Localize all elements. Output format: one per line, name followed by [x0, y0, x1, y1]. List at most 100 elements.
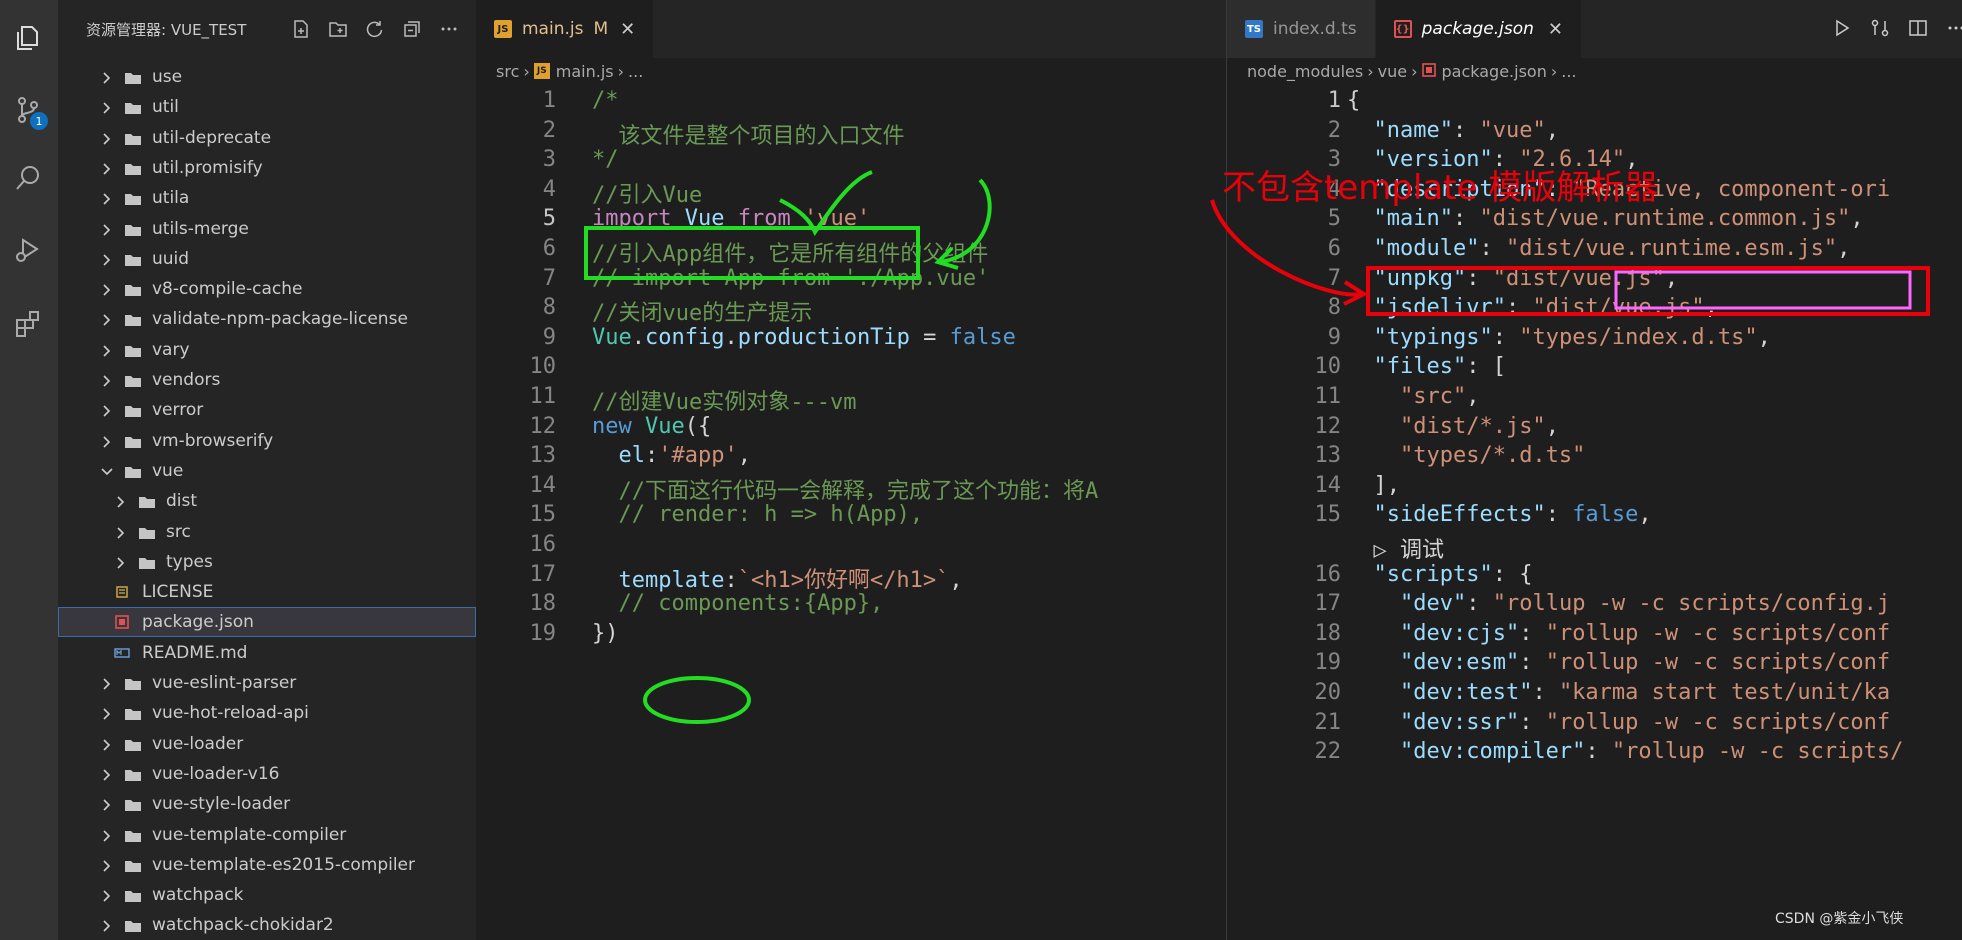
- tree-folder[interactable]: watchpack-chokidar2: [58, 910, 476, 940]
- tree-folder[interactable]: verror: [58, 395, 476, 425]
- tree-folder[interactable]: utils-merge: [58, 214, 476, 244]
- tree-folder[interactable]: vue-hot-reload-api: [58, 698, 476, 728]
- tab-package-json[interactable]: {} package.json ✕: [1375, 0, 1582, 58]
- refresh-icon[interactable]: [364, 18, 386, 40]
- chevron-right-icon: [100, 312, 114, 326]
- tree-folder[interactable]: validate-npm-package-license: [58, 304, 476, 334]
- tree-file[interactable]: README.md: [58, 638, 476, 668]
- tree-item-label: vue-hot-reload-api: [152, 703, 309, 724]
- tree-folder[interactable]: use: [58, 62, 476, 92]
- tree-file[interactable]: package.json: [58, 607, 476, 638]
- tree-item-label: uuid: [152, 248, 190, 269]
- code-line: "src",: [1347, 384, 1479, 409]
- collapse-all-icon[interactable]: [401, 18, 423, 40]
- folder-icon: [124, 222, 142, 236]
- line-number: 11: [1314, 384, 1342, 409]
- code-token: "dist/vue.runtime.common.js": [1479, 206, 1851, 232]
- tree-folder[interactable]: watchpack: [58, 880, 476, 910]
- tree-folder[interactable]: util-deprecate: [58, 123, 476, 153]
- close-tab-icon[interactable]: ✕: [620, 19, 635, 40]
- code-line: /*: [592, 88, 619, 113]
- code-token: 'vue': [803, 206, 871, 232]
- code-line: import Vue from 'vue': [592, 206, 870, 231]
- tree-folder[interactable]: vue-template-compiler: [58, 820, 476, 850]
- tree-item-label: util: [152, 97, 179, 118]
- line-number: 8: [1327, 295, 1341, 321]
- line-number: 15: [529, 502, 557, 528]
- run-debug-icon[interactable]: [10, 232, 46, 268]
- code-token: "karma start test/unit/ka: [1558, 680, 1891, 705]
- folder-icon: [124, 676, 142, 690]
- breadcrumb-item[interactable]: vue: [1378, 62, 1407, 81]
- code-token: "dist/vue.runtime.esm.js": [1505, 236, 1838, 261]
- breadcrumb-item[interactable]: ...: [628, 62, 643, 81]
- folder-icon: [124, 161, 142, 175]
- tree-folder[interactable]: vary: [58, 335, 476, 365]
- breadcrumb-item[interactable]: package.json: [1442, 62, 1547, 81]
- code-token: :: [1466, 265, 1493, 291]
- split-editor-icon[interactable]: [1908, 18, 1928, 42]
- new-file-icon[interactable]: [290, 18, 312, 40]
- code-token: :: [1545, 502, 1573, 528]
- tree-item-label: validate-npm-package-license: [152, 309, 408, 330]
- tab-main-js[interactable]: JS main.js M ✕: [476, 0, 655, 58]
- extensions-icon[interactable]: [10, 306, 46, 342]
- code-token: :: [1452, 206, 1480, 232]
- code-token: "dev:compiler": [1399, 739, 1586, 765]
- code-token: ,: [1545, 117, 1559, 143]
- tree-folder[interactable]: util.promisify: [58, 153, 476, 183]
- line-number: 9: [1327, 324, 1341, 350]
- tree-folder[interactable]: types: [58, 547, 476, 577]
- compare-icon[interactable]: [1870, 18, 1890, 42]
- code-line: "dev": "rollup -w -c scripts/config.j: [1347, 591, 1890, 616]
- tree-folder[interactable]: vue: [58, 456, 476, 486]
- tab-index-d-ts[interactable]: TS index.d.ts: [1227, 0, 1376, 58]
- more-actions-icon[interactable]: [438, 18, 460, 40]
- search-icon[interactable]: [10, 160, 46, 196]
- tree-folder[interactable]: dist: [58, 486, 476, 516]
- folder-icon: [124, 252, 142, 266]
- tree-item-label: LICENSE: [142, 582, 214, 603]
- tree-item-label: v8-compile-cache: [152, 279, 303, 300]
- tree-folder[interactable]: vue-template-es2015-compiler: [58, 850, 476, 880]
- tree-folder[interactable]: uuid: [58, 244, 476, 274]
- explorer-icon[interactable]: [10, 20, 46, 56]
- code-token: ,: [737, 443, 751, 469]
- tree-folder[interactable]: src: [58, 517, 476, 547]
- package-json-code[interactable]: 1{2 "name": "vue", 3 "version": "2.6.14",…: [1227, 86, 1962, 940]
- breadcrumb-item[interactable]: ...: [1561, 62, 1576, 81]
- code-token: new: [592, 413, 632, 439]
- editor-actions: [1832, 18, 1962, 42]
- code-line: "name": "vue",: [1347, 118, 1559, 143]
- code-token: */: [592, 147, 619, 173]
- tree-folder[interactable]: vue-eslint-parser: [58, 668, 476, 698]
- code-line: //下面这行代码一会解释，完成了这个功能：将A: [592, 473, 1098, 505]
- more-icon[interactable]: [1946, 18, 1962, 42]
- breadcrumb-item[interactable]: main.js: [556, 62, 614, 81]
- tree-folder[interactable]: vue-loader-v16: [58, 759, 476, 789]
- tree-item-label: verror: [152, 400, 204, 421]
- code-token: :: [1492, 324, 1520, 350]
- main-js-code[interactable]: 1 /* 2 该文件是整个项目的入口文件 3 */ 4 //引入Vue 5 import Vue…: [476, 86, 1226, 940]
- tree-folder[interactable]: utila: [58, 183, 476, 213]
- tree-folder[interactable]: v8-compile-cache: [58, 274, 476, 304]
- line-number: 11: [529, 384, 557, 409]
- close-tab-icon[interactable]: ✕: [1548, 19, 1563, 40]
- tree-folder[interactable]: vue-style-loader: [58, 789, 476, 819]
- tree-folder[interactable]: vue-loader: [58, 729, 476, 759]
- run-icon[interactable]: [1832, 18, 1852, 42]
- code-token: //引入Vue: [592, 182, 703, 208]
- line-number: 12: [529, 413, 557, 439]
- tree-folder[interactable]: vendors: [58, 365, 476, 395]
- code-token: "typings": [1373, 324, 1493, 350]
- breadcrumb-item[interactable]: node_modules: [1247, 62, 1363, 81]
- tree-file[interactable]: LICENSE: [58, 577, 476, 607]
- tree-folder[interactable]: vm-browserify: [58, 426, 476, 456]
- folder-icon: [124, 373, 142, 387]
- tree-folder[interactable]: util: [58, 92, 476, 122]
- breadcrumb-item[interactable]: src: [496, 62, 519, 81]
- new-folder-icon[interactable]: [327, 18, 349, 40]
